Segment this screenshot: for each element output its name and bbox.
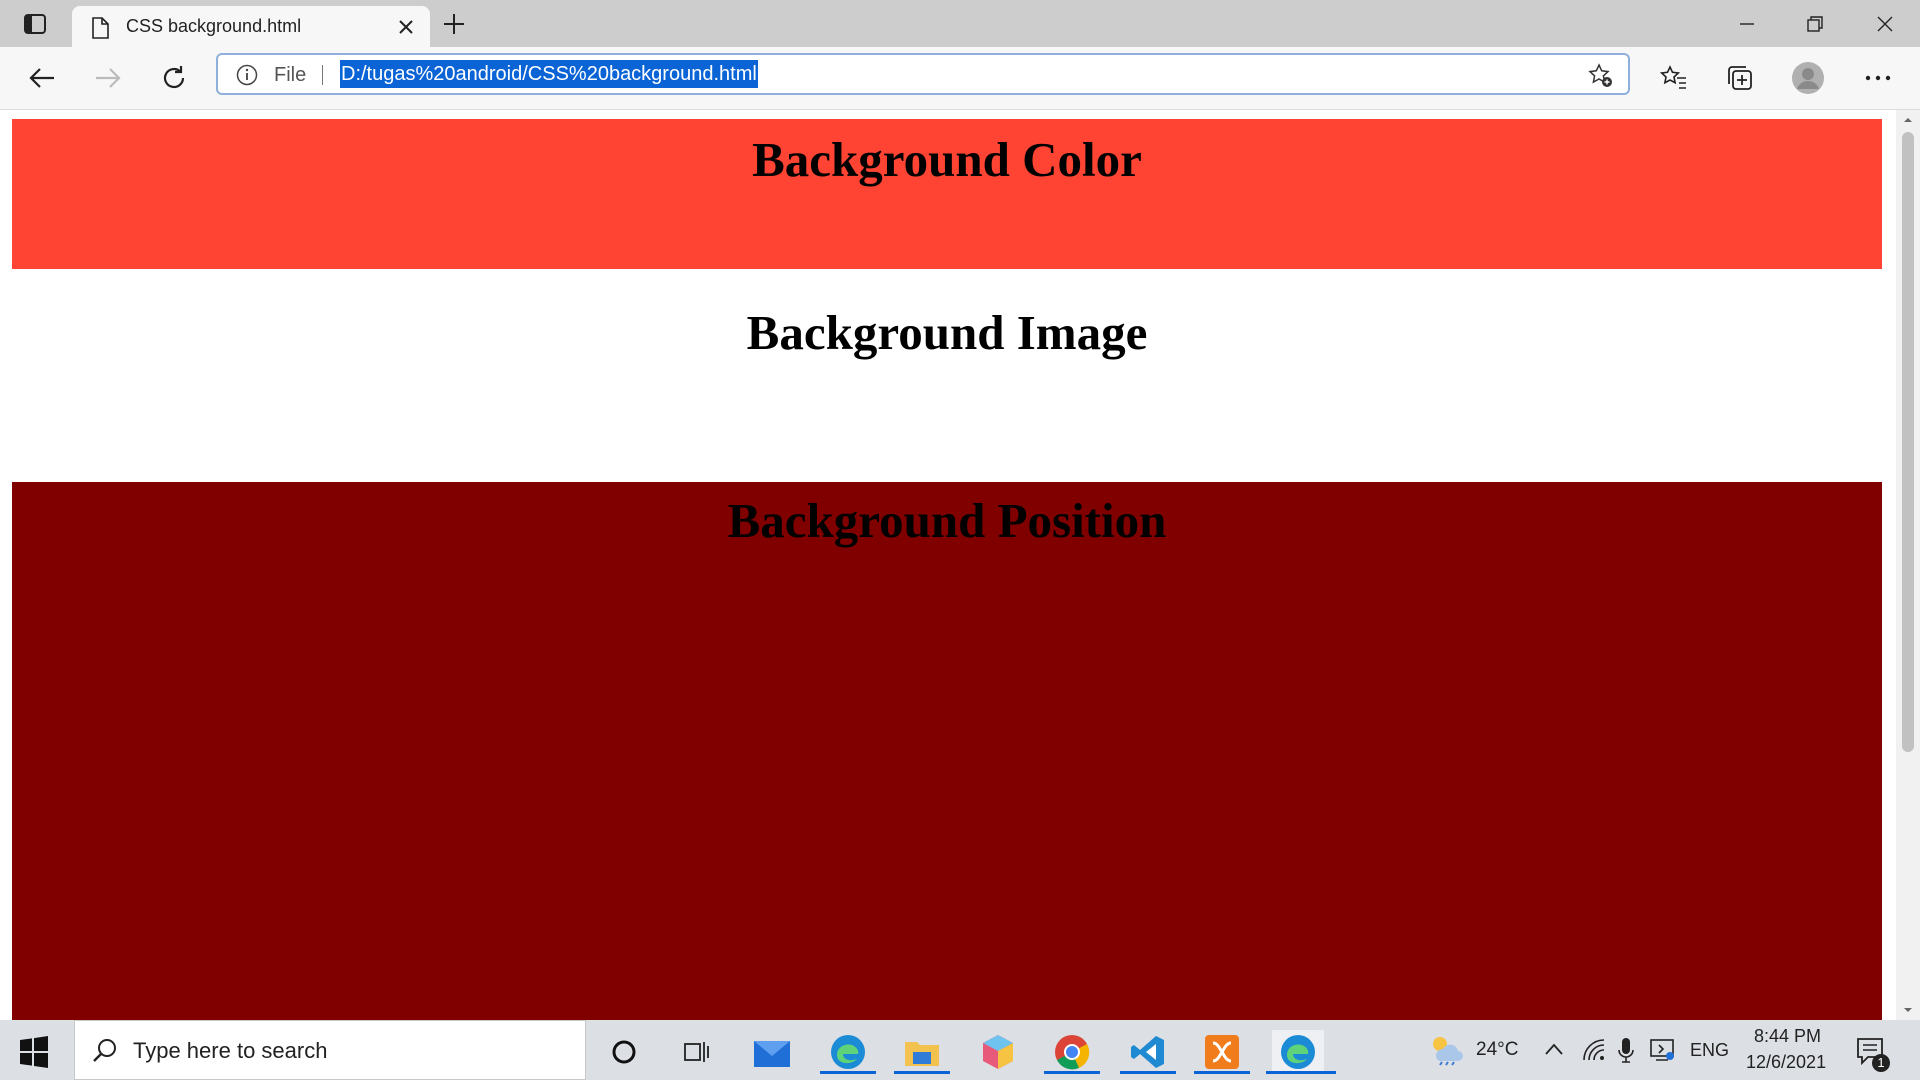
- file-explorer-icon: [905, 1042, 939, 1066]
- collections-icon: [1728, 66, 1752, 90]
- info-icon[interactable]: [236, 64, 258, 86]
- close-window-button[interactable]: [1862, 8, 1908, 40]
- heading-background-image: Background Image: [746, 305, 1148, 360]
- clock-time[interactable]: 8:44 PM: [1754, 1026, 1821, 1047]
- refresh-icon: [163, 66, 185, 89]
- forward-button[interactable]: [90, 60, 126, 96]
- favorites-icon: [1660, 65, 1686, 89]
- edge-icon: [831, 1035, 865, 1069]
- scroll-up-arrow-icon[interactable]: [1902, 114, 1914, 126]
- profile-button[interactable]: [1790, 60, 1826, 96]
- section-background-position: Background Position: [12, 482, 1882, 1020]
- settings-more-button[interactable]: [1860, 60, 1896, 96]
- cortana-icon: [612, 1040, 636, 1064]
- scroll-down-arrow-icon[interactable]: [1902, 1004, 1914, 1016]
- vscode-app-button[interactable]: [1120, 1030, 1176, 1074]
- chrome-icon: [1055, 1035, 1090, 1070]
- back-arrow-icon: [29, 68, 54, 88]
- edge-active-icon: [1281, 1035, 1315, 1069]
- collections-button[interactable]: [1722, 60, 1758, 96]
- running-indicator: [1044, 1071, 1100, 1074]
- address-separator: [322, 65, 323, 85]
- taskbar-search-box[interactable]: Type here to search: [74, 1020, 586, 1080]
- cortana-button[interactable]: [602, 1030, 646, 1074]
- search-placeholder: Type here to search: [133, 1038, 328, 1063]
- tab-strip: CSS background.html: [0, 0, 1920, 47]
- refresh-button[interactable]: [156, 60, 192, 96]
- page-viewport: Background Image Background Color Backgr…: [0, 110, 1896, 1020]
- restore-icon: [1807, 16, 1823, 32]
- file-explorer-button[interactable]: [894, 1030, 950, 1074]
- running-indicator: [1266, 1071, 1336, 1074]
- task-view-button[interactable]: [674, 1030, 718, 1074]
- forward-arrow-icon: [96, 68, 121, 88]
- profile-avatar-icon: [1792, 62, 1824, 94]
- browser-toolbar: File D:/tugas%20android/CSS%20background…: [0, 47, 1920, 110]
- app-cube-icon: [983, 1035, 1013, 1069]
- minimize-button[interactable]: [1724, 8, 1770, 40]
- scroll-thumb[interactable]: [1902, 132, 1914, 752]
- notification-count-badge: 1: [1872, 1054, 1890, 1072]
- tab-title: CSS background.html: [126, 16, 302, 36]
- tab-actions-icon: [24, 14, 46, 34]
- edge-active-button[interactable]: [1266, 1030, 1336, 1074]
- cube-app-button[interactable]: [976, 1030, 1020, 1074]
- mail-icon: [754, 1041, 790, 1067]
- clock-date[interactable]: 12/6/2021: [1746, 1052, 1826, 1073]
- running-indicator: [1194, 1071, 1250, 1074]
- scheme-label: File: [274, 64, 307, 86]
- xampp-app-button[interactable]: [1194, 1030, 1250, 1074]
- minimize-icon: [1740, 23, 1754, 25]
- windows-taskbar: Type here to search 24°C ENG 8:44 PM 12/…: [0, 1020, 1920, 1080]
- search-icon: [93, 1039, 116, 1062]
- page-icon: [92, 17, 109, 39]
- xampp-icon: [1205, 1035, 1239, 1069]
- close-icon: [1877, 16, 1893, 32]
- active-tab[interactable]: CSS background.html: [72, 6, 430, 47]
- input-language[interactable]: ENG: [1690, 1040, 1729, 1061]
- windows-start-icon[interactable]: [16, 1034, 52, 1070]
- weather-temperature[interactable]: 24°C: [1476, 1039, 1518, 1061]
- vscode-icon: [1131, 1036, 1164, 1068]
- heading-background-position: Background Position: [727, 493, 1167, 548]
- back-button[interactable]: [24, 60, 60, 96]
- wifi-icon[interactable]: [1582, 1038, 1606, 1062]
- edge-app-button[interactable]: [820, 1030, 876, 1074]
- mail-app-button[interactable]: [750, 1030, 794, 1074]
- close-tab-icon[interactable]: [396, 17, 416, 37]
- running-indicator: [894, 1071, 950, 1074]
- weather-icon[interactable]: [1428, 1034, 1464, 1066]
- favorites-button[interactable]: [1656, 60, 1692, 96]
- new-tab-icon[interactable]: [440, 10, 468, 38]
- address-bar[interactable]: File D:/tugas%20android/CSS%20background…: [216, 53, 1630, 95]
- vertical-scrollbar[interactable]: [1896, 110, 1920, 1020]
- heading-background-color: Background Color: [752, 132, 1142, 187]
- tab-actions-button[interactable]: [14, 8, 56, 40]
- section-background-color: Background Color: [12, 119, 1882, 269]
- more-dots-icon: [1865, 75, 1891, 81]
- restore-button[interactable]: [1792, 8, 1838, 40]
- display-icon[interactable]: [1650, 1038, 1676, 1062]
- chrome-app-button[interactable]: [1044, 1030, 1100, 1074]
- running-indicator: [1120, 1071, 1176, 1074]
- add-favorite-icon[interactable]: [1588, 63, 1614, 89]
- task-view-icon: [684, 1042, 709, 1062]
- running-indicator: [820, 1071, 876, 1074]
- url-text[interactable]: D:/tugas%20android/CSS%20background.html: [340, 60, 758, 88]
- chevron-up-icon[interactable]: [1544, 1042, 1564, 1056]
- microphone-icon[interactable]: [1618, 1036, 1634, 1064]
